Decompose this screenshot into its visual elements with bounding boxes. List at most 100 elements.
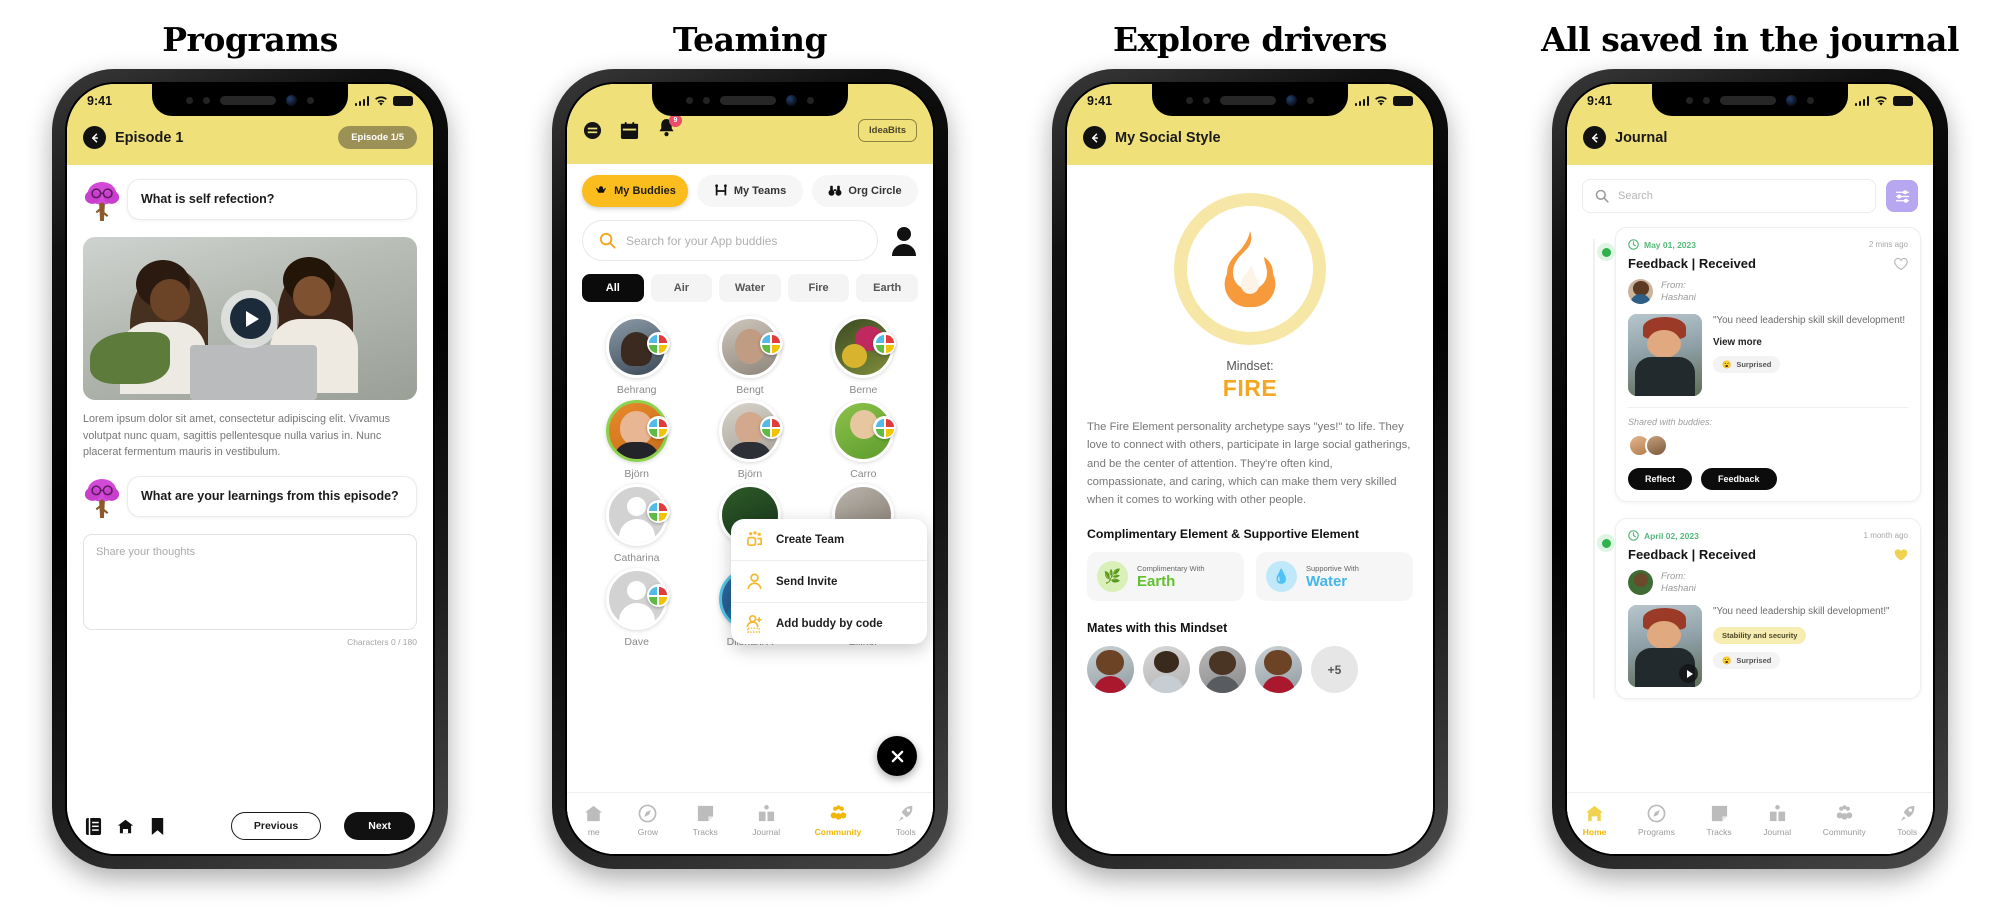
phone-teaming: 9 IdeaBits My Buddies My Teams Org Circl…	[552, 69, 948, 869]
tab-home[interactable]: Home	[1583, 804, 1606, 837]
from-avatar	[1628, 570, 1653, 595]
chip-water[interactable]: Water	[719, 274, 781, 302]
menu-icon[interactable]	[583, 121, 602, 140]
home-icon[interactable]	[117, 817, 134, 836]
elements-row: 🌿 Complimentary With Earth 💧 Supportive …	[1087, 552, 1413, 602]
profile-icon[interactable]	[890, 226, 918, 256]
favorite-icon[interactable]	[1894, 257, 1908, 271]
episode-header-row: Episode 1 Episode 1/5	[67, 126, 433, 165]
chip-earth[interactable]: Earth	[856, 274, 918, 302]
menu-item-create-team[interactable]: Create Team	[731, 519, 927, 560]
mate-avatar[interactable]	[1087, 646, 1134, 694]
from-label: From:	[1661, 570, 1686, 582]
entry-quote: "You need leadership skill skill develop…	[1713, 315, 1906, 326]
entry-date-text: April 02, 2023	[1644, 530, 1699, 541]
tab-tracks[interactable]: Tracks	[1706, 804, 1732, 837]
ideabits-badge[interactable]: IdeaBits	[858, 118, 917, 142]
buddy-card[interactable]: Berne	[807, 316, 920, 396]
mates-heading: Mates with this Mindset	[1087, 621, 1228, 636]
calendar-icon[interactable]	[620, 121, 639, 140]
journal-card[interactable]: May 01, 2023 2 mins ago Feedback | Recei…	[1615, 227, 1921, 502]
previous-button[interactable]: Previous	[230, 812, 322, 840]
filter-icon	[1895, 189, 1909, 203]
back-button[interactable]	[1083, 126, 1106, 149]
tab-my-buddies[interactable]: My Buddies	[582, 175, 688, 207]
filter-button[interactable]	[1886, 180, 1918, 212]
notch	[1152, 84, 1348, 116]
tab-programs[interactable]: Programs	[1638, 804, 1675, 837]
entry-title: Feedback | Received	[1628, 547, 1756, 562]
chip-fire[interactable]: Fire	[787, 274, 850, 302]
mates-more-count[interactable]: +5	[1311, 646, 1358, 694]
note-icon	[1711, 805, 1727, 822]
community-icon	[1836, 805, 1852, 820]
feedback-button[interactable]: Feedback	[1701, 468, 1777, 490]
battery-icon	[1893, 96, 1913, 106]
tab-tools[interactable]: Tools	[1897, 804, 1917, 837]
tab-tracks[interactable]: Tracks	[693, 804, 718, 837]
mate-avatar[interactable]	[1143, 646, 1190, 694]
status-indicators	[1854, 95, 1913, 107]
menu-item-add-buddy-code[interactable]: Add buddy by code	[731, 602, 927, 644]
from-avatar	[1628, 279, 1653, 304]
bookmark-icon[interactable]	[149, 817, 166, 836]
phone-social-style: 9:41 My Social Style Mindset: FIRE The F…	[1052, 69, 1448, 869]
reflect-button[interactable]: Reflect	[1628, 468, 1693, 490]
tab-org-circle[interactable]: Org Circle	[812, 175, 918, 207]
buddy-card[interactable]: Bengt	[693, 316, 806, 396]
buddy-card[interactable]: Björn	[580, 400, 693, 480]
tab-label: Tools	[1897, 827, 1918, 837]
tab-journal[interactable]: Journal	[752, 804, 780, 837]
supportive-element-card[interactable]: 💧 Supportive With Water	[1256, 552, 1413, 602]
back-button[interactable]	[1583, 126, 1606, 149]
book-icon	[1769, 805, 1785, 822]
notch	[1652, 84, 1848, 116]
tab-community[interactable]: Community	[1823, 804, 1866, 837]
wifi-icon	[375, 95, 387, 106]
menu-item-send-invite[interactable]: Send Invite	[731, 560, 927, 602]
tab-tools[interactable]: Tools	[896, 804, 916, 837]
close-fab-button[interactable]	[877, 736, 917, 776]
play-button[interactable]	[1679, 664, 1698, 683]
mate-avatar[interactable]	[1199, 646, 1246, 694]
clock-icon	[1628, 530, 1639, 541]
card-divider	[1628, 407, 1908, 408]
play-button[interactable]	[221, 289, 279, 348]
notification-bell[interactable]: 9	[657, 114, 682, 142]
next-button[interactable]: Next	[344, 812, 415, 840]
tab-label: Community	[814, 827, 862, 837]
buddy-card[interactable]: Dave	[580, 568, 693, 648]
tab-community[interactable]: Community	[814, 804, 862, 837]
view-more-link[interactable]: View more	[1713, 337, 1908, 348]
complimentary-element-card[interactable]: 🌿 Complimentary With Earth	[1087, 552, 1244, 602]
episode-footer: Previous Next	[67, 812, 433, 840]
back-button[interactable]	[83, 126, 106, 149]
mate-avatar[interactable]	[1255, 646, 1302, 694]
buddy-card[interactable]: Behrang	[580, 316, 693, 396]
episode-video[interactable]	[83, 237, 417, 400]
notebook-icon[interactable]	[85, 817, 102, 836]
tab-me[interactable]: me	[584, 804, 603, 837]
timeline-dot	[1597, 534, 1615, 552]
buddy-card[interactable]: Carro	[807, 400, 920, 480]
social-style-content: Mindset: FIRE The Fire Element personali…	[1067, 165, 1433, 854]
thoughts-input[interactable]: Share your thoughts	[83, 534, 417, 631]
tab-my-teams[interactable]: My Teams	[697, 175, 803, 207]
favorite-icon[interactable]	[1894, 548, 1908, 562]
buddy-card[interactable]: Björn	[693, 400, 806, 480]
send-invite-icon	[747, 573, 762, 590]
journal-entry: April 02, 2023 1 month ago Feedback | Re…	[1579, 518, 1921, 699]
journal-search-input[interactable]: Search	[1582, 179, 1876, 213]
tab-grow[interactable]: Grow	[638, 804, 658, 837]
buddy-name: Björn	[624, 468, 649, 480]
chip-air[interactable]: Air	[650, 274, 713, 302]
column-teaming: Teaming 9 IdeaBits My Buddies My Teams O…	[500, 0, 1000, 914]
menu-item-label: Create Team	[776, 533, 845, 546]
journal-card[interactable]: April 02, 2023 1 month ago Feedback | Re…	[1615, 518, 1921, 699]
wifi-icon	[1375, 95, 1387, 106]
tab-journal[interactable]: Journal	[1763, 804, 1791, 837]
buddy-card[interactable]: Catharina	[580, 484, 693, 564]
buddy-search-input[interactable]: Search for your App buddies	[582, 220, 878, 261]
timeline-dot	[1597, 243, 1615, 261]
chip-all[interactable]: All	[582, 274, 644, 302]
